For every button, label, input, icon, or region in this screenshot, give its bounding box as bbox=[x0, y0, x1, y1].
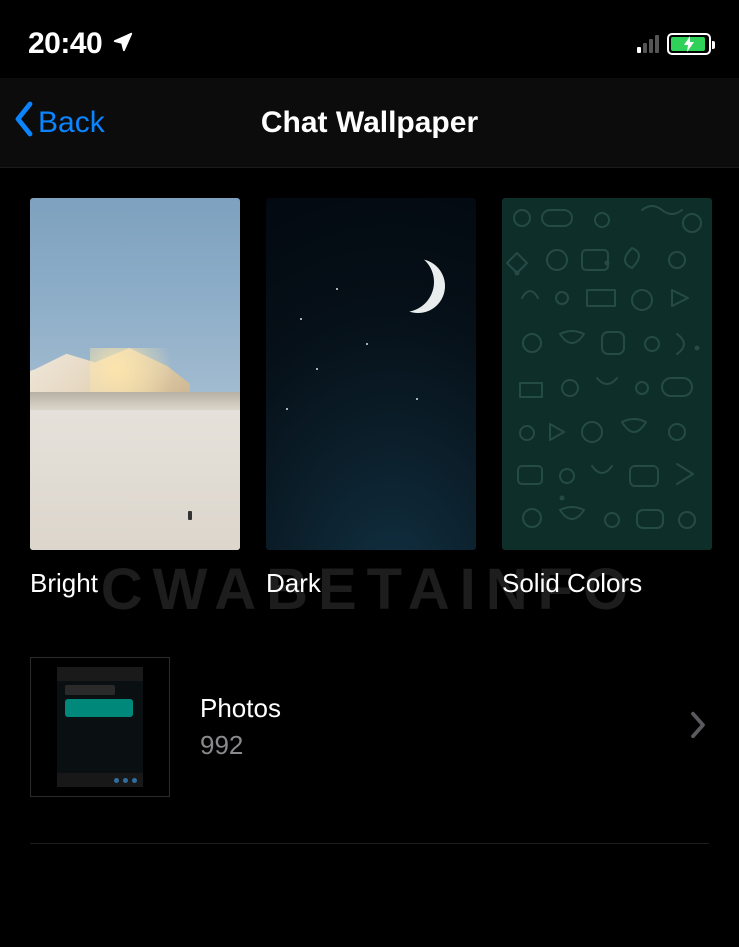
back-label: Back bbox=[38, 106, 105, 140]
status-right bbox=[637, 33, 711, 55]
dark-thumbnail bbox=[266, 198, 476, 550]
status-time: 20:40 bbox=[28, 27, 102, 61]
bright-thumbnail bbox=[30, 198, 240, 550]
wallpaper-category-dark[interactable]: Dark bbox=[266, 198, 476, 599]
content-area: CWABETAINFO Bright bbox=[0, 168, 739, 844]
dark-label: Dark bbox=[266, 568, 476, 599]
photos-thumbnail bbox=[30, 657, 170, 797]
status-bar: 20:40 bbox=[0, 0, 739, 78]
photos-title: Photos bbox=[200, 693, 281, 724]
photos-count: 992 bbox=[200, 730, 281, 761]
moon-icon bbox=[388, 256, 448, 316]
wallpaper-categories: Bright bbox=[30, 198, 709, 599]
location-arrow-icon bbox=[112, 31, 134, 58]
photos-row[interactable]: Photos 992 bbox=[30, 657, 709, 844]
chat-preview-icon bbox=[57, 667, 143, 787]
cellular-signal-icon bbox=[637, 35, 659, 53]
navigation-bar: Back Chat Wallpaper bbox=[0, 78, 739, 168]
wallpaper-category-solid[interactable]: Solid Colors bbox=[502, 198, 712, 599]
bright-label: Bright bbox=[30, 568, 240, 599]
solid-thumbnail bbox=[502, 198, 712, 550]
wallpaper-category-bright[interactable]: Bright bbox=[30, 198, 240, 599]
chevron-right-icon bbox=[689, 710, 707, 745]
whatsapp-doodle-icon bbox=[502, 198, 712, 550]
status-left: 20:40 bbox=[28, 27, 134, 61]
chevron-left-icon bbox=[12, 101, 36, 145]
solid-label: Solid Colors bbox=[502, 568, 712, 599]
photos-text: Photos 992 bbox=[200, 693, 281, 761]
back-button[interactable]: Back bbox=[12, 101, 105, 145]
page-title: Chat Wallpaper bbox=[261, 106, 478, 140]
battery-charging-icon bbox=[667, 33, 711, 55]
